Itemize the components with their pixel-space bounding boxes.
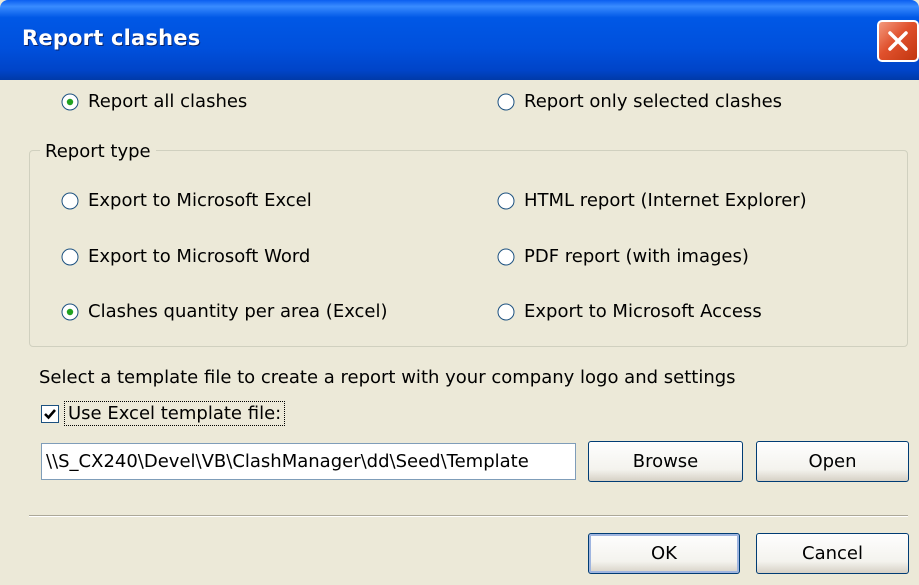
radio-label: Export to Microsoft Excel — [88, 190, 312, 211]
report-clashes-dialog: Report clashes Report all clashes Report… — [0, 0, 919, 585]
radio-unselected-icon — [497, 248, 515, 265]
template-path-field[interactable]: \\S_CX240\Devel\VB\ClashManager\dd\Seed\… — [41, 443, 576, 480]
radio-pdf-report[interactable]: PDF report (with images) — [497, 246, 749, 267]
radio-label: Report all clashes — [88, 91, 248, 112]
radio-unselected-icon — [497, 93, 515, 110]
radio-label: Export to Microsoft Word — [88, 246, 311, 267]
cancel-button-label: Cancel — [802, 543, 863, 564]
browse-button[interactable]: Browse — [588, 441, 743, 482]
use-template-label: Use Excel template file: — [63, 401, 286, 426]
radio-label: PDF report (with images) — [524, 246, 749, 267]
ok-button[interactable]: OK — [588, 533, 740, 574]
ok-button-label: OK — [651, 543, 677, 564]
radio-report-all-clashes[interactable]: Report all clashes — [61, 91, 247, 112]
checkbox-checked-icon — [41, 404, 59, 423]
radio-report-selected-clashes[interactable]: Report only selected clashes — [497, 91, 782, 112]
report-type-legend: Report type — [40, 141, 156, 162]
radio-label: Clashes quantity per area (Excel) — [88, 301, 388, 322]
dialog-body: Report all clashes Report only selected … — [0, 80, 919, 585]
radio-selected-icon — [61, 93, 79, 110]
use-template-checkbox[interactable]: Use Excel template file: — [41, 401, 286, 426]
title-bar[interactable]: Report clashes — [0, 0, 919, 80]
radio-label: Report only selected clashes — [524, 91, 783, 112]
radio-label: Export to Microsoft Access — [524, 301, 762, 322]
radio-unselected-icon — [497, 303, 515, 320]
radio-export-word[interactable]: Export to Microsoft Word — [61, 246, 310, 267]
open-button-label: Open — [808, 451, 857, 472]
radio-export-access[interactable]: Export to Microsoft Access — [497, 301, 762, 322]
radio-unselected-icon — [61, 192, 79, 209]
template-hint-text: Select a template file to create a repor… — [39, 367, 736, 388]
cancel-button[interactable]: Cancel — [756, 533, 909, 574]
radio-export-excel[interactable]: Export to Microsoft Excel — [61, 190, 312, 211]
browse-button-label: Browse — [632, 451, 699, 472]
radio-selected-icon — [61, 303, 79, 320]
radio-clashes-quantity-per-area[interactable]: Clashes quantity per area (Excel) — [61, 301, 388, 322]
radio-unselected-icon — [61, 248, 79, 265]
radio-unselected-icon — [497, 192, 515, 209]
open-button[interactable]: Open — [756, 441, 909, 482]
radio-label: HTML report (Internet Explorer) — [524, 190, 807, 211]
radio-html-report[interactable]: HTML report (Internet Explorer) — [497, 190, 807, 211]
close-icon — [888, 31, 908, 51]
dialog-title: Report clashes — [22, 26, 201, 50]
divider — [29, 515, 908, 517]
close-button[interactable] — [877, 20, 919, 62]
